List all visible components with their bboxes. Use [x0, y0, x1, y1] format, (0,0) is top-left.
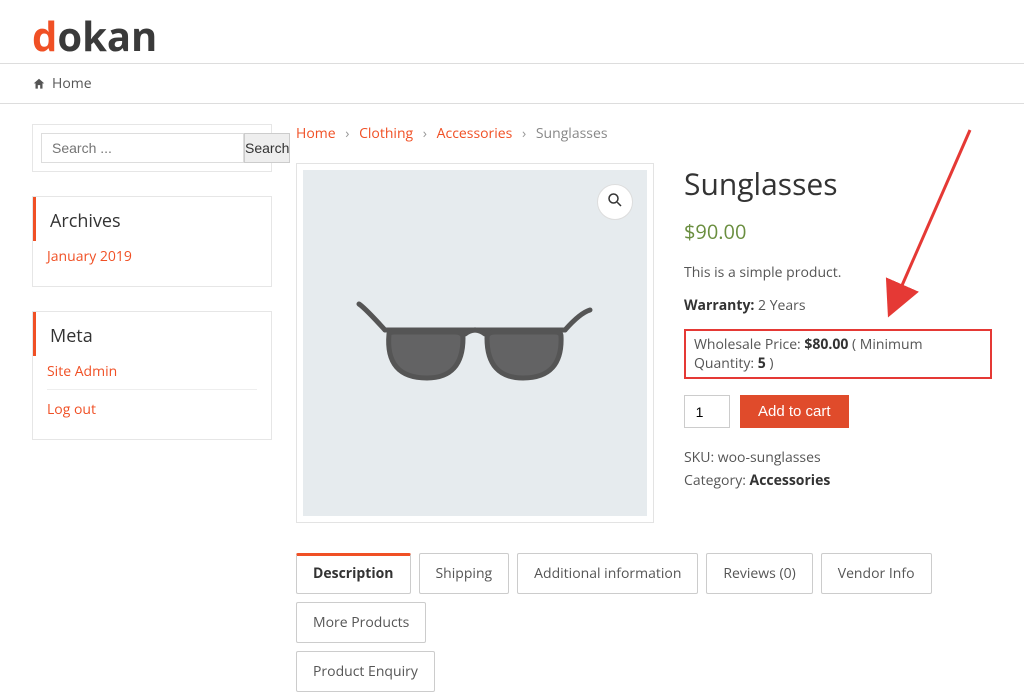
meta-widget: Meta Site Admin Log out — [32, 311, 272, 440]
breadcrumb-home[interactable]: Home — [296, 124, 336, 143]
meta-item-logout[interactable]: Log out — [47, 400, 96, 419]
breadcrumb: Home › Clothing › Accessories › Sunglass… — [296, 124, 992, 143]
product-gallery — [296, 163, 654, 523]
magnify-icon — [606, 191, 624, 214]
warranty-label: Warranty: — [684, 296, 754, 315]
product-title: Sunglasses — [684, 163, 992, 204]
wholesale-prefix: Wholesale Price: — [694, 335, 804, 354]
tab-description[interactable]: Description — [296, 553, 411, 594]
chevron-right-icon: › — [345, 124, 349, 143]
breadcrumb-clothing[interactable]: Clothing — [359, 124, 413, 143]
tab-vendor-info[interactable]: Vendor Info — [821, 553, 932, 594]
wholesale-price-box: Wholesale Price: $80.00 ( Minimum Quanti… — [684, 329, 992, 379]
product-image — [355, 288, 595, 398]
category-value: Accessories — [750, 471, 831, 490]
logo-rest: okan — [57, 8, 157, 63]
logo-initial: d — [32, 8, 57, 63]
tab-additional-information[interactable]: Additional information — [517, 553, 698, 594]
wholesale-price: $80.00 — [804, 335, 848, 354]
archives-item[interactable]: January 2019 — [47, 247, 132, 266]
sku-value: woo-sunglasses — [718, 448, 821, 467]
sku-label: SKU: — [684, 448, 714, 467]
wholesale-suffix: ) — [766, 354, 774, 373]
archives-widget: Archives January 2019 — [32, 196, 272, 287]
search-widget: Search — [32, 124, 272, 172]
search-input[interactable] — [41, 133, 244, 163]
wholesale-min-qty: 5 — [758, 354, 766, 373]
meta-item-site-admin[interactable]: Site Admin — [47, 362, 117, 381]
product-tabs: Description Shipping Additional informat… — [296, 553, 992, 643]
site-logo[interactable]: dokan — [32, 8, 992, 63]
meta-title: Meta — [33, 312, 271, 356]
chevron-right-icon: › — [423, 124, 427, 143]
quantity-stepper[interactable] — [684, 395, 730, 428]
tab-reviews[interactable]: Reviews (0) — [706, 553, 812, 594]
nav-home-link[interactable]: Home — [52, 74, 92, 93]
warranty-value: 2 Years — [758, 296, 806, 315]
breadcrumb-current: Sunglasses — [536, 124, 608, 143]
tab-shipping[interactable]: Shipping — [419, 553, 510, 594]
product-price: $90.00 — [684, 218, 992, 245]
product-short-description: This is a simple product. — [684, 263, 992, 282]
breadcrumb-accessories[interactable]: Accessories — [437, 124, 513, 143]
archives-title: Archives — [33, 197, 271, 241]
chevron-right-icon: › — [522, 124, 526, 143]
add-to-cart-button[interactable]: Add to cart — [740, 395, 849, 428]
tab-product-enquiry[interactable]: Product Enquiry — [296, 651, 435, 692]
tab-more-products[interactable]: More Products — [296, 602, 426, 643]
search-button[interactable]: Search — [244, 133, 290, 163]
home-icon — [32, 77, 46, 91]
category-label: Category: — [684, 471, 746, 490]
zoom-button[interactable] — [597, 184, 633, 220]
